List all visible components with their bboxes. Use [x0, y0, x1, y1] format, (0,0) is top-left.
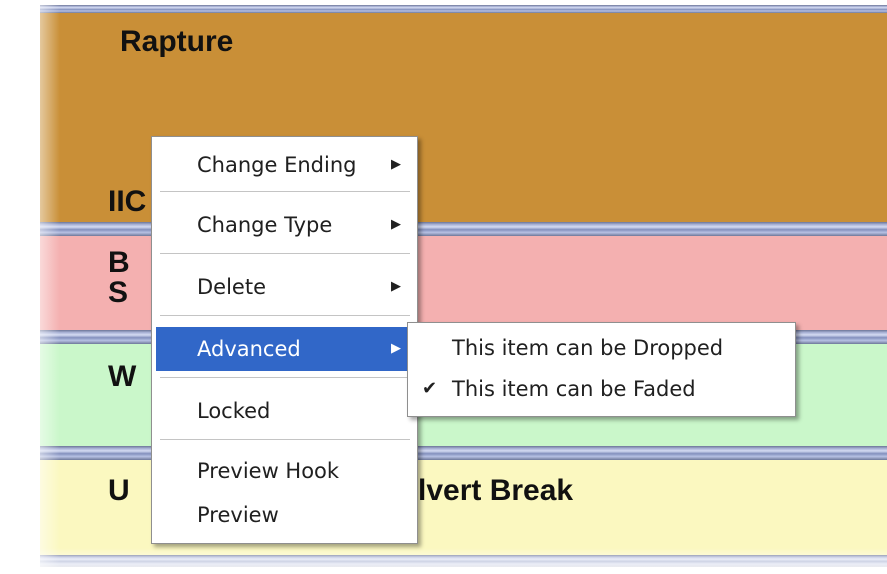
submenu-item-label: This item can be Dropped [452, 336, 724, 360]
menu-separator [160, 191, 410, 193]
menu-item-preview[interactable]: Preview [156, 493, 411, 537]
item-title: U [108, 474, 130, 507]
menu-separator [160, 439, 410, 441]
submenu-arrow-icon: ▶ [391, 157, 401, 172]
item-artist: IIC [108, 185, 147, 218]
submenu-arrow-icon: ▶ [391, 341, 401, 356]
playlist-track-area: Rapture IIC B S W U lvert Break [0, 0, 887, 574]
advanced-submenu: This item can be Dropped ✔ This item can… [407, 322, 796, 417]
menu-item-label: Preview Hook [197, 459, 340, 483]
menu-item-delete[interactable]: Delete ▶ [156, 265, 411, 309]
menu-item-label: Preview [197, 503, 279, 527]
track-separator [40, 555, 887, 567]
menu-item-locked[interactable]: Locked [156, 389, 411, 433]
track-separator [40, 5, 887, 13]
menu-item-label: Locked [197, 399, 271, 423]
menu-item-change-ending[interactable]: Change Ending ▶ [156, 143, 411, 187]
item-title: W [108, 360, 137, 393]
menu-item-label: Delete [197, 275, 266, 299]
menu-item-label: Change Ending [197, 153, 357, 177]
menu-separator [160, 377, 410, 379]
item-artist: S [108, 276, 129, 309]
menu-item-advanced[interactable]: Advanced ▶ [156, 327, 411, 371]
submenu-arrow-icon: ▶ [391, 279, 401, 294]
context-menu: Change Ending ▶ Change Type ▶ Delete ▶ A… [151, 136, 418, 544]
submenu-item-label: This item can be Faded [452, 377, 696, 401]
item-type: lvert Break [418, 474, 574, 507]
menu-item-preview-hook[interactable]: Preview Hook [156, 449, 411, 493]
submenu-arrow-icon: ▶ [391, 217, 401, 232]
menu-separator [160, 315, 410, 317]
checkmark-icon: ✔ [422, 378, 438, 399]
item-title: B [108, 246, 130, 279]
menu-item-label: Advanced [197, 337, 301, 361]
item-title: Rapture [120, 25, 234, 58]
menu-item-label: Change Type [197, 213, 333, 237]
menu-item-change-type[interactable]: Change Type ▶ [156, 203, 411, 247]
submenu-item-can-be-faded[interactable]: ✔ This item can be Faded [412, 370, 790, 408]
submenu-item-can-be-dropped[interactable]: This item can be Dropped [412, 329, 790, 367]
menu-separator [160, 253, 410, 255]
